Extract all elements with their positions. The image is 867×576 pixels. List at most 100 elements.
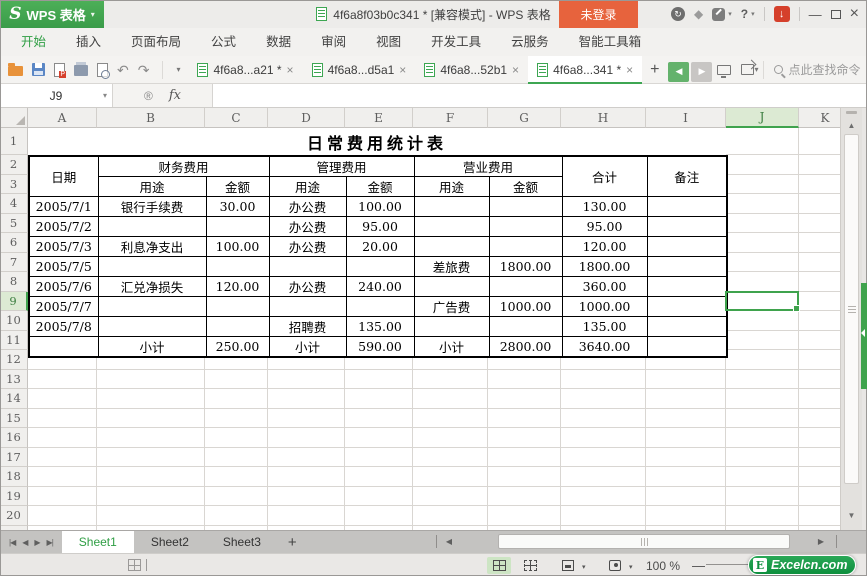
cell[interactable]: 1800.00 (562, 257, 647, 277)
menu-item-智能工具箱[interactable]: 智能工具箱 (564, 28, 657, 56)
row-header-2[interactable]: 2 (0, 155, 28, 175)
cell[interactable] (489, 277, 562, 297)
menu-item-页面布局[interactable]: 页面布局 (116, 28, 196, 56)
normal-view-button[interactable] (487, 557, 511, 574)
document-tab[interactable]: 4f6a8...a21 *× (188, 56, 302, 84)
sheet-tab-Sheet3[interactable]: Sheet3 (206, 531, 278, 553)
zoom-level[interactable]: 100 % (646, 559, 680, 573)
selected-cell-J9[interactable] (725, 291, 799, 312)
pen-tool-icon[interactable] (712, 8, 725, 21)
command-search[interactable]: 点此查找命令 (768, 61, 867, 78)
cell[interactable]: 2800.00 (489, 337, 562, 358)
cell[interactable]: 2005/7/2 (29, 217, 98, 237)
menu-item-插入[interactable]: 插入 (61, 28, 116, 56)
row-header-16[interactable]: 16 (0, 428, 28, 448)
header-sub-1[interactable]: 用途 (269, 177, 346, 197)
document-tab[interactable]: 4f6a8...d5a1× (303, 56, 416, 84)
print-icon[interactable] (74, 65, 88, 76)
close-tab-icon[interactable]: × (512, 63, 519, 77)
cell[interactable] (206, 317, 269, 337)
redo-icon[interactable]: ↷ (138, 63, 150, 77)
header-sub-0[interactable]: 金额 (206, 177, 269, 197)
cell[interactable]: 小计 (269, 337, 346, 358)
help-icon[interactable]: ? (741, 7, 748, 21)
cell[interactable]: 130.00 (562, 197, 647, 217)
chevron-down-icon[interactable]: ▾ (103, 91, 107, 100)
cell[interactable]: 办公费 (269, 197, 346, 217)
header-sub-2[interactable]: 用途 (414, 177, 489, 197)
cell[interactable] (269, 297, 346, 317)
sheet-tab-Sheet1[interactable]: Sheet1 (62, 531, 134, 553)
cell[interactable]: 100.00 (206, 237, 269, 257)
header-sub-2[interactable]: 金额 (489, 177, 562, 197)
name-box[interactable]: J9 ▾ (0, 84, 113, 107)
cell[interactable]: 2005/7/5 (29, 257, 98, 277)
row-header-14[interactable]: 14 (0, 389, 28, 409)
cell[interactable]: 2005/7/8 (29, 317, 98, 337)
row-header-6[interactable]: 6 (0, 233, 28, 253)
cell[interactable] (206, 297, 269, 317)
menu-item-数据[interactable]: 数据 (251, 28, 306, 56)
cell[interactable]: 利息净支出 (98, 237, 206, 257)
row-header-5[interactable]: 5 (0, 214, 28, 234)
row-header-1[interactable]: 1 (0, 128, 28, 155)
side-panel-handle[interactable] (861, 283, 867, 389)
sheet-tab-Sheet2[interactable]: Sheet2 (134, 531, 206, 553)
row-header-12[interactable]: 12 (0, 350, 28, 370)
header-sub-0[interactable]: 用途 (98, 177, 206, 197)
column-header-D[interactable]: D (268, 108, 345, 128)
header-total[interactable]: 合计 (562, 156, 647, 197)
cell[interactable] (647, 257, 727, 277)
add-sheet-button[interactable]: + (278, 531, 307, 553)
cell[interactable]: 广告费 (414, 297, 489, 317)
next-tab-button[interactable]: ▶ (691, 62, 712, 82)
menu-item-云服务[interactable]: 云服务 (496, 28, 564, 56)
cell[interactable]: 银行手续费 (98, 197, 206, 217)
cell[interactable] (206, 257, 269, 277)
cell[interactable] (647, 237, 727, 257)
share-icon[interactable] (741, 64, 754, 75)
cell[interactable] (647, 317, 727, 337)
column-header-H[interactable]: H (561, 108, 646, 128)
cell[interactable] (647, 197, 727, 217)
cell[interactable]: 1800.00 (489, 257, 562, 277)
next-sheet-icon[interactable]: ▶ (34, 538, 39, 547)
cell[interactable] (414, 217, 489, 237)
cell[interactable]: 招聘费 (269, 317, 346, 337)
menu-item-审阅[interactable]: 审阅 (306, 28, 361, 56)
cell[interactable]: 办公费 (269, 237, 346, 257)
cell[interactable]: 30.00 (206, 197, 269, 217)
insert-function-button[interactable]: fx (169, 88, 181, 103)
column-header-K[interactable]: K (799, 108, 840, 128)
cell[interactable]: 1000.00 (489, 297, 562, 317)
column-header-I[interactable]: I (646, 108, 726, 128)
horizontal-scroll-thumb[interactable] (498, 534, 790, 549)
row-header-19[interactable]: 19 (0, 487, 28, 507)
close-tab-icon[interactable]: × (626, 63, 633, 77)
refresh-icon[interactable]: ↻ (671, 7, 685, 21)
new-document-tab-button[interactable]: + (642, 61, 667, 79)
column-header-F[interactable]: F (413, 108, 488, 128)
cell[interactable]: 135.00 (562, 317, 647, 337)
registered-icon[interactable]: ® (144, 89, 153, 103)
page-break-view-button[interactable] (518, 557, 542, 574)
undo-icon[interactable]: ↶ (117, 63, 129, 77)
export-pdf-icon[interactable] (54, 63, 65, 77)
cell[interactable] (414, 237, 489, 257)
menu-item-开始[interactable]: 开始 (6, 28, 61, 56)
print-preview-icon[interactable] (97, 63, 108, 77)
column-header-E[interactable]: E (345, 108, 413, 128)
cell[interactable]: 135.00 (346, 317, 414, 337)
cell[interactable]: 120.00 (206, 277, 269, 297)
cell[interactable]: 3640.00 (562, 337, 647, 358)
column-header-G[interactable]: G (488, 108, 561, 128)
cell[interactable] (29, 337, 98, 358)
header-group-0[interactable]: 财务费用 (98, 156, 269, 177)
cell[interactable]: 20.00 (346, 237, 414, 257)
chevron-down-icon[interactable]: ▾ (754, 65, 758, 74)
chevron-down-icon[interactable]: ▾ (582, 563, 586, 571)
cell[interactable]: 办公费 (269, 277, 346, 297)
cell[interactable] (489, 217, 562, 237)
cell[interactable]: 360.00 (562, 277, 647, 297)
cell[interactable] (98, 317, 206, 337)
